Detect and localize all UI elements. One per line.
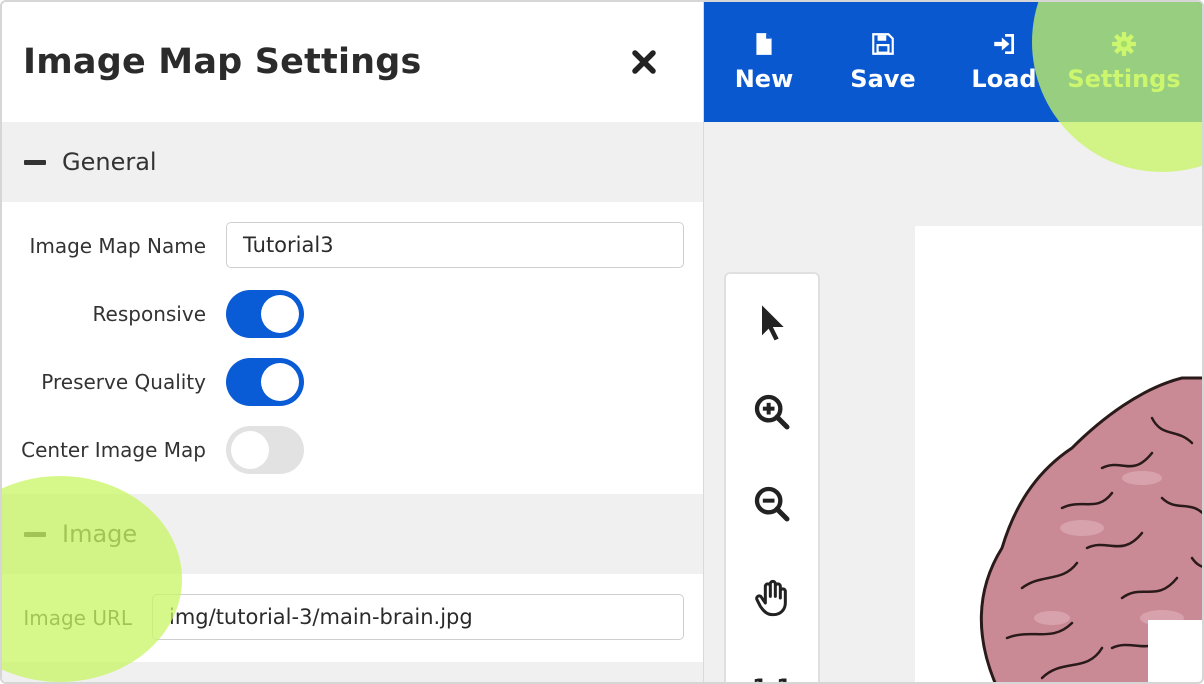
- zoom-in-icon: [754, 394, 790, 430]
- select-tool-button[interactable]: [726, 292, 818, 352]
- top-toolbar: New Save Load Settings: [704, 2, 1202, 122]
- close-button[interactable]: [628, 46, 660, 78]
- zoom-out-icon: [754, 486, 790, 522]
- settings-label: Settings: [1067, 65, 1181, 93]
- toggle-knob: [261, 295, 299, 333]
- settings-button[interactable]: Settings: [1067, 2, 1181, 122]
- section-image-label: Image: [62, 520, 138, 548]
- section-general-header[interactable]: General: [2, 122, 703, 202]
- image-map-name-field[interactable]: Tutorial3: [226, 222, 684, 268]
- responsive-row: Responsive: [2, 284, 703, 344]
- image-url-label: Image URL: [23, 606, 132, 630]
- file-icon: [756, 33, 772, 55]
- center-image-map-toggle[interactable]: [226, 426, 304, 474]
- image-map-name-label: Image Map Name: [29, 234, 206, 258]
- image-map-name-row: Image Map Name Tutorial3: [2, 216, 703, 276]
- save-button[interactable]: Save: [850, 2, 916, 122]
- image-url-row: Image URL img/tutorial-3/main-brain.jpg: [2, 588, 703, 648]
- panel-header: Image Map Settings: [2, 2, 703, 122]
- save-label: Save: [850, 65, 916, 93]
- gear-icon: [1112, 32, 1136, 56]
- collapse-icon: [24, 531, 46, 537]
- section-general-label: General: [62, 148, 157, 176]
- side-toolbar: 1:1: [724, 272, 820, 683]
- center-image-map-label: Center Image Map: [21, 438, 206, 462]
- load-button[interactable]: Load: [971, 2, 1037, 122]
- load-label: Load: [971, 65, 1037, 93]
- pan-tool-button[interactable]: [726, 568, 818, 628]
- center-image-map-row: Center Image Map: [2, 420, 703, 480]
- settings-panel: Image Map Settings General Image Map Nam…: [2, 2, 704, 682]
- sign-in-icon: [994, 33, 1015, 55]
- panel-title: Image Map Settings: [23, 42, 422, 82]
- hand-icon: [755, 579, 787, 617]
- app-window: New Save Load Settings Image Map Setting…: [0, 0, 1204, 684]
- new-button[interactable]: New: [728, 2, 800, 122]
- cursor-icon: [762, 305, 784, 341]
- preserve-quality-toggle[interactable]: [226, 358, 304, 406]
- zoom-out-button[interactable]: [726, 474, 818, 534]
- responsive-toggle[interactable]: [226, 290, 304, 338]
- close-icon: [632, 50, 656, 74]
- image-corner-overlay: [1148, 620, 1202, 682]
- floppy-disk-icon: [872, 33, 894, 55]
- toggle-knob: [231, 431, 269, 469]
- one-to-one-label: 1:1: [752, 676, 791, 683]
- next-section-header: [2, 662, 703, 682]
- new-label: New: [734, 65, 794, 93]
- preserve-quality-row: Preserve Quality: [2, 352, 703, 412]
- section-image-header[interactable]: Image: [2, 494, 703, 574]
- responsive-label: Responsive: [92, 302, 206, 326]
- zoom-in-button[interactable]: [726, 382, 818, 442]
- actual-size-button[interactable]: 1:1: [726, 658, 818, 683]
- toggle-knob: [261, 363, 299, 401]
- preserve-quality-label: Preserve Quality: [41, 370, 206, 394]
- image-url-field[interactable]: img/tutorial-3/main-brain.jpg: [152, 594, 684, 640]
- collapse-icon: [24, 159, 46, 165]
